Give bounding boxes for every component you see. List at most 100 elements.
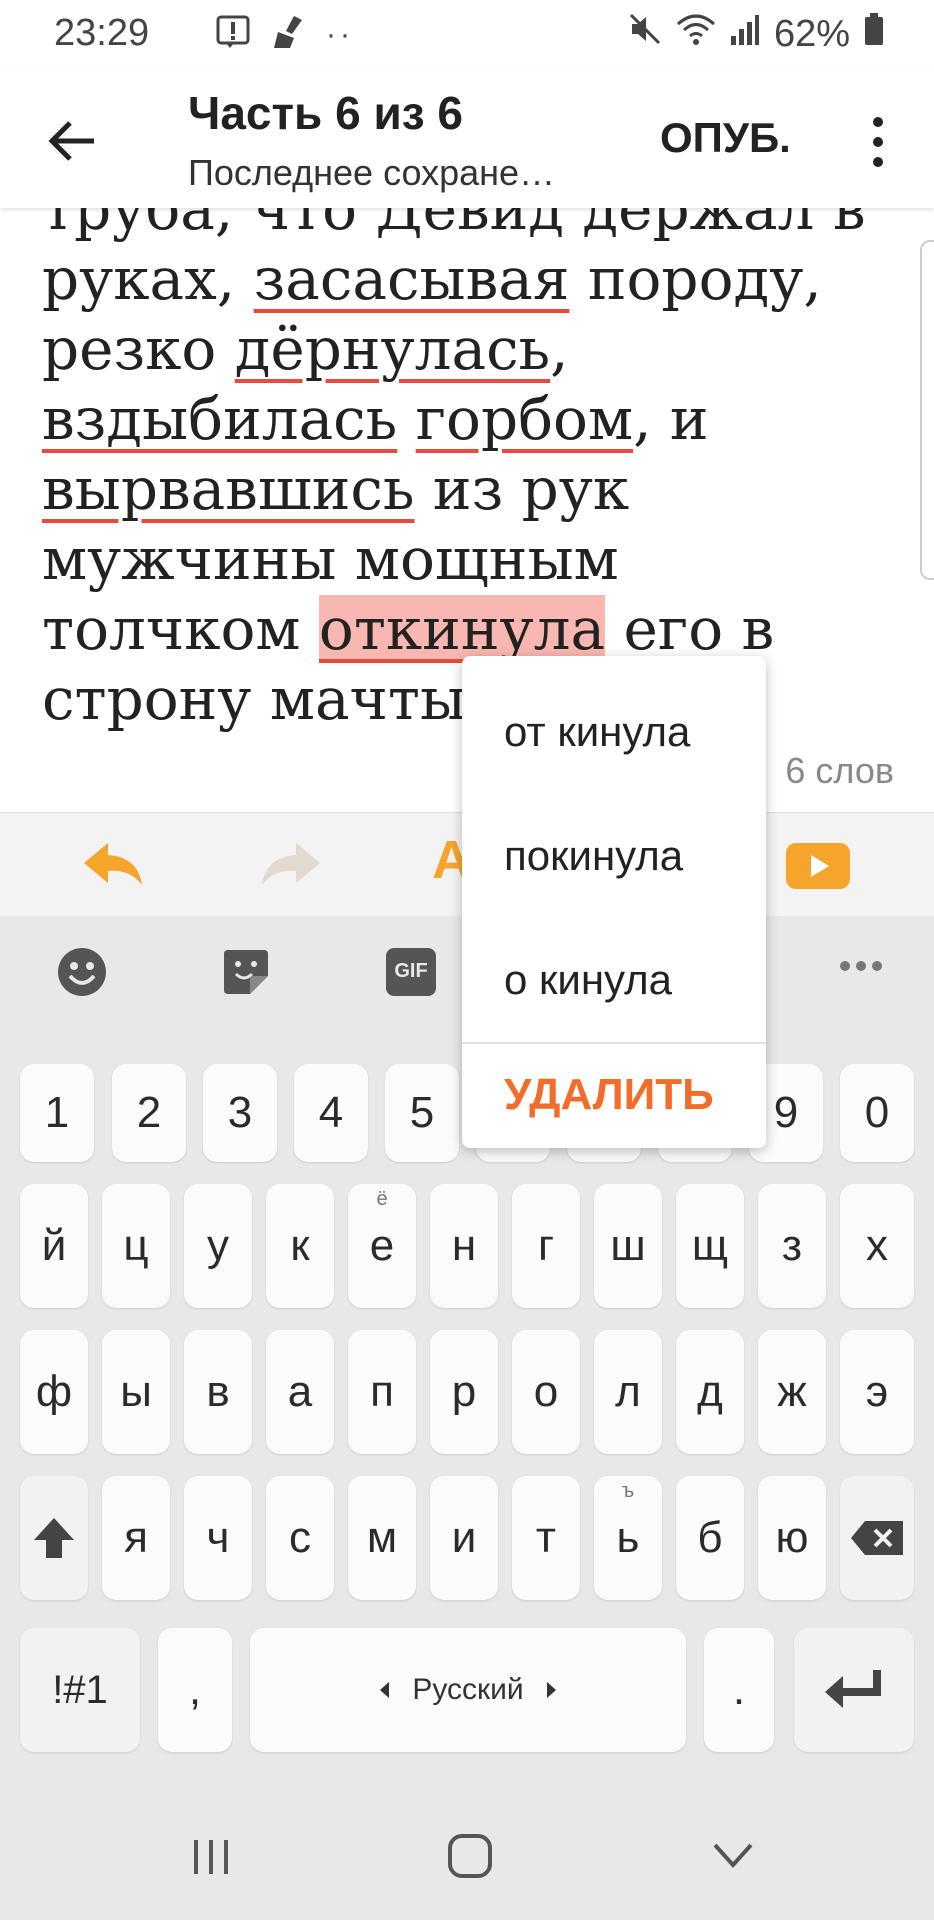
enter-icon — [825, 1670, 881, 1708]
key-х[interactable]: х — [840, 1184, 914, 1308]
key-а[interactable]: а — [266, 1330, 334, 1454]
key-й[interactable]: й — [20, 1184, 88, 1308]
key-hint: ъ — [621, 1480, 635, 1502]
key-е[interactable]: ёе — [348, 1184, 416, 1308]
key-я[interactable]: я — [102, 1476, 170, 1600]
suggestion-item[interactable]: о кинула — [504, 956, 672, 1004]
key-д[interactable]: д — [676, 1330, 744, 1454]
key-э[interactable]: э — [840, 1330, 914, 1454]
misspelled-word[interactable]: дёрнулась — [235, 315, 550, 383]
key-р[interactable]: р — [430, 1330, 498, 1454]
key-з[interactable]: з — [758, 1184, 826, 1308]
backspace-key[interactable] — [840, 1476, 914, 1600]
misspelled-word[interactable]: засасывая — [254, 245, 570, 313]
suggestion-item[interactable]: покинула — [504, 832, 683, 880]
text-line: руках, засасывая породу, — [42, 245, 822, 313]
key-ш[interactable]: ш — [594, 1184, 662, 1308]
back-chevron-icon[interactable] — [712, 1842, 754, 1875]
period-key[interactable]: . — [704, 1628, 774, 1752]
key-ы[interactable]: ы — [102, 1330, 170, 1454]
misspelled-word[interactable]: вырвавшись — [42, 455, 414, 523]
keyboard-more-icon[interactable] — [838, 956, 884, 981]
backspace-icon — [851, 1521, 903, 1555]
language-prev-icon — [380, 1682, 390, 1698]
key-и[interactable]: и — [430, 1476, 498, 1600]
misspelled-word[interactable]: вздыбилась — [42, 385, 397, 453]
key-т[interactable]: т — [512, 1476, 580, 1600]
status-more-dots: ·· — [326, 17, 354, 51]
key-ю[interactable]: ю — [758, 1476, 826, 1600]
key-н[interactable]: н — [430, 1184, 498, 1308]
key-5[interactable]: 5 — [385, 1064, 459, 1162]
spelling-suggestions-popup: от кинула покинула о кинула УДАЛИТЬ — [462, 656, 766, 1148]
shift-arrow-icon — [34, 1518, 74, 1558]
key-ь[interactable]: ъь — [594, 1476, 662, 1600]
mute-icon — [628, 12, 662, 56]
back-arrow-icon[interactable] — [38, 106, 108, 176]
status-time: 23:29 — [54, 12, 150, 54]
key-2[interactable]: 2 — [112, 1064, 186, 1162]
suggestion-item[interactable]: от кинула — [504, 708, 690, 756]
emoji-icon[interactable] — [56, 946, 108, 1003]
language-next-icon — [546, 1682, 556, 1698]
recent-apps-icon[interactable] — [190, 1836, 232, 1883]
publish-button[interactable]: ОПУБ. — [660, 114, 791, 162]
sticker-icon[interactable] — [220, 946, 272, 1003]
key-п[interactable]: п — [348, 1330, 416, 1454]
undo-icon[interactable] — [80, 839, 146, 894]
scroll-handle[interactable] — [920, 240, 934, 580]
divider — [462, 1042, 766, 1044]
text-line: толчком откинула его в — [42, 595, 775, 663]
wifi-icon — [676, 12, 716, 56]
key-4[interactable]: 4 — [294, 1064, 368, 1162]
space-language-label: Русский — [412, 1673, 524, 1706]
misspelled-word[interactable]: горбом — [416, 385, 633, 453]
key-л[interactable]: л — [594, 1330, 662, 1454]
key-ч[interactable]: ч — [184, 1476, 252, 1600]
text-line: вырвавшись из рук — [42, 455, 630, 523]
alert-icon — [216, 15, 250, 54]
navigation-bar — [0, 1796, 934, 1920]
key-3[interactable]: 3 — [203, 1064, 277, 1162]
shift-key[interactable] — [20, 1476, 88, 1600]
key-о[interactable]: о — [512, 1330, 580, 1454]
key-в[interactable]: в — [184, 1330, 252, 1454]
text-line: вздыбилась горбом, и — [42, 385, 709, 453]
key-к[interactable]: к — [266, 1184, 334, 1308]
key-1[interactable]: 1 — [20, 1064, 94, 1162]
word-count: 6 слов — [785, 750, 894, 791]
broom-icon — [268, 14, 308, 55]
app-bar: Часть 6 из 6 Последнее сохране… ОПУБ. — [0, 66, 934, 208]
key-б[interactable]: б — [676, 1476, 744, 1600]
text-line: мужчины мощным — [42, 525, 619, 593]
key-ж[interactable]: ж — [758, 1330, 826, 1454]
space-key[interactable]: Русский — [250, 1628, 686, 1752]
page-title: Часть 6 из 6 — [188, 87, 463, 139]
delete-word-button[interactable]: УДАЛИТЬ — [504, 1070, 714, 1120]
key-щ[interactable]: щ — [676, 1184, 744, 1308]
key-ц[interactable]: ц — [102, 1184, 170, 1308]
text-line: труба, что Девид держал в — [42, 208, 866, 243]
symbols-key[interactable]: !#1 — [20, 1628, 140, 1752]
text-line: резко дёрнулась, — [42, 315, 569, 383]
enter-key[interactable] — [794, 1628, 914, 1752]
status-bar: 23:29 ·· 62% — [0, 0, 934, 66]
overflow-menu-icon[interactable] — [860, 112, 896, 172]
redo-icon[interactable] — [258, 839, 324, 894]
key-м[interactable]: м — [348, 1476, 416, 1600]
key-с[interactable]: с — [266, 1476, 334, 1600]
last-saved-text: Последнее сохране… — [188, 152, 556, 193]
selected-misspelled-word[interactable]: откинула — [318, 595, 606, 663]
key-0[interactable]: 0 — [840, 1064, 914, 1162]
video-icon[interactable] — [786, 843, 850, 894]
gif-icon[interactable]: GIF — [386, 948, 436, 1001]
key-hint: ё — [376, 1188, 388, 1210]
home-icon[interactable] — [446, 1832, 494, 1885]
comma-key[interactable]: , — [158, 1628, 232, 1752]
signal-icon — [730, 13, 760, 56]
battery-icon — [864, 12, 884, 56]
key-ф[interactable]: ф — [20, 1330, 88, 1454]
key-г[interactable]: г — [512, 1184, 580, 1308]
key-у[interactable]: у — [184, 1184, 252, 1308]
battery-percent: 62% — [773, 12, 850, 55]
